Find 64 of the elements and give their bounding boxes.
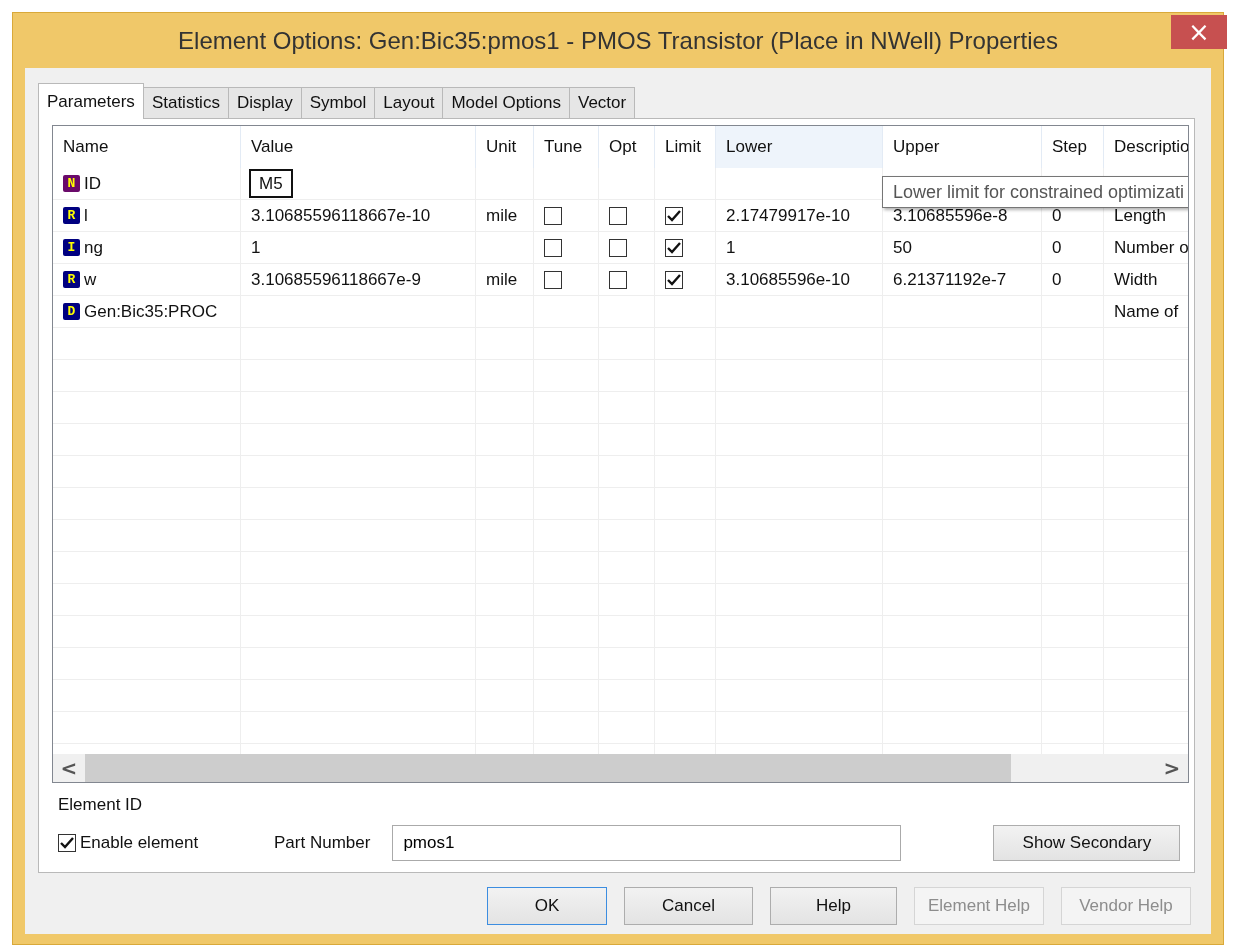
table-cell: ng — [84, 237, 103, 258]
table-cell: mile — [486, 205, 518, 226]
tab[interactable]: Display — [227, 87, 302, 118]
table-cell: 0 — [1052, 237, 1062, 258]
tab[interactable]: Vector — [569, 87, 636, 118]
table-cell: Length — [1114, 205, 1166, 226]
checkbox[interactable] — [609, 206, 627, 225]
tab[interactable]: Layout — [374, 87, 444, 118]
checkbox[interactable] — [665, 206, 683, 225]
table-cell: 3.10685596e-10 — [726, 269, 850, 290]
show-secondary-button[interactable]: Show Secondary — [993, 825, 1181, 861]
table-cell: w — [84, 269, 97, 290]
part-number-field[interactable]: pmos1 — [392, 825, 902, 861]
table-row[interactable]: I ng 1 1 50 0 Number o — [53, 232, 1188, 264]
field-label: Part Number — [274, 833, 371, 853]
type-badge: N — [63, 175, 80, 192]
table-cell: l — [84, 205, 88, 226]
tooltip: Lower limit for constrained optimizati — [882, 176, 1188, 208]
value-edit-field[interactable]: M5 — [249, 169, 293, 198]
tab[interactable]: Statistics — [142, 87, 229, 118]
table-cell: 3.10685596118667e-10 — [251, 205, 431, 226]
table-cell: 50 — [893, 237, 912, 258]
checkbox[interactable] — [544, 270, 562, 289]
table-cell: Number o — [1114, 237, 1188, 258]
table-cell: 1 — [251, 237, 261, 258]
dialog-button[interactable]: Cancel — [624, 887, 753, 925]
table-cell: ID — [84, 173, 101, 194]
table-cell: 0 — [1052, 269, 1062, 290]
dialog-button[interactable]: OK — [487, 887, 607, 925]
table-row[interactable]: R w 3.10685596118667e-9 mile 3.10685596e-10 6.21371192e-7 0 Width — [53, 264, 1188, 296]
table-cell: 6.21371192e-7 — [893, 269, 1007, 290]
type-badge: R — [63, 207, 80, 224]
table-cell: Gen:Bic35:PROC — [84, 301, 218, 322]
tab[interactable]: Parameters — [38, 83, 144, 119]
checkbox[interactable] — [609, 238, 627, 257]
enable-checkbox[interactable] — [58, 834, 76, 852]
table-cell: 2.17479917e-10 — [726, 205, 850, 226]
table-cell: 1 — [726, 237, 736, 258]
tab[interactable]: Symbol — [300, 87, 376, 118]
window-title: Element Options: Gen:Bic35:pmos1 - PMOS Transistor (Place in NWell) Properties — [178, 26, 1058, 55]
checkbox[interactable] — [609, 270, 627, 289]
table-cell: Width — [1114, 269, 1158, 290]
checkbox[interactable] — [665, 238, 683, 257]
close-button[interactable]: × — [1171, 15, 1227, 49]
checkbox[interactable] — [544, 238, 562, 257]
column-header[interactable]: Lower — [716, 126, 883, 168]
type-badge: I — [63, 239, 80, 256]
checkbox[interactable] — [665, 270, 683, 289]
table-cell: 3.10685596e-8 — [893, 205, 1008, 226]
table-cell: mile — [486, 269, 518, 290]
type-badge: D — [63, 303, 80, 320]
table-row[interactable]: D Gen:Bic35:PROC Name of — [53, 296, 1188, 328]
horizontal-scrollbar[interactable]: < > — [53, 754, 1188, 782]
table-cell: 3.10685596118667e-9 — [251, 269, 421, 290]
section-label: Element ID — [58, 795, 144, 815]
scroll-left-arrow[interactable]: < — [53, 756, 85, 780]
table-cell: Name of — [1114, 301, 1179, 322]
checkbox-label: Enable element — [80, 833, 199, 853]
type-badge: R — [63, 271, 80, 288]
tab[interactable]: Model Options — [442, 87, 570, 118]
dialog-button[interactable]: Help — [770, 887, 897, 925]
checkbox[interactable] — [544, 206, 562, 225]
table-cell: 0 — [1052, 205, 1062, 226]
scroll-right-arrow[interactable]: > — [1156, 756, 1188, 780]
